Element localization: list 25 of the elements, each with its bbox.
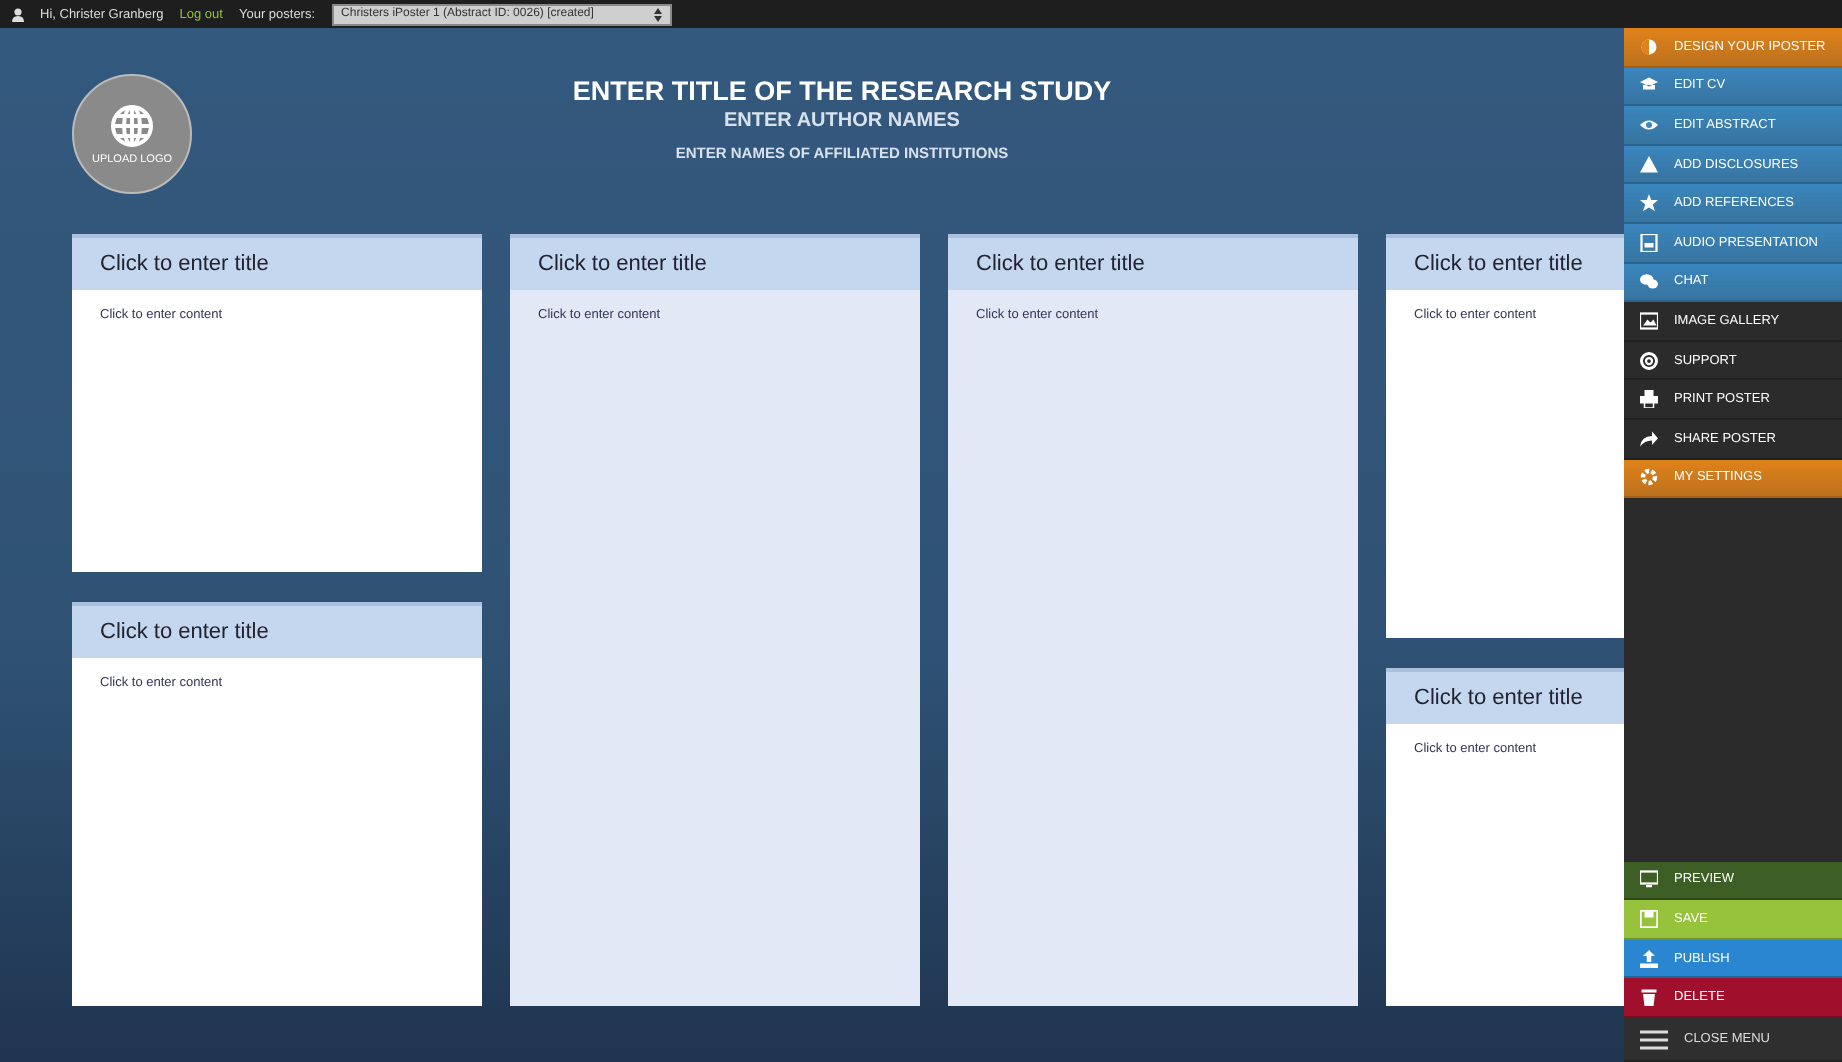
panel-title[interactable]: Click to enter title [948, 234, 1358, 290]
panel-title[interactable]: Click to enter title [1386, 668, 1624, 725]
panel-title[interactable]: Click to enter title [72, 234, 482, 290]
document-icon [1640, 233, 1658, 252]
globe-icon [110, 103, 154, 147]
monitor-icon [1640, 870, 1658, 889]
warning-icon [1640, 155, 1658, 174]
printer-icon [1640, 390, 1658, 409]
share-icon [1640, 429, 1658, 448]
menu-icon [1640, 1029, 1668, 1049]
panel-title[interactable]: Click to enter title [510, 234, 920, 290]
upload-icon [1640, 949, 1658, 968]
chat-icon [1640, 272, 1658, 291]
eye-icon [1640, 115, 1658, 134]
author-names[interactable]: ENTER AUTHOR NAMES [724, 110, 960, 132]
user-icon [12, 7, 24, 21]
star-icon [1640, 194, 1658, 213]
poster-title[interactable]: ENTER TITLE OF THE RESEARCH STUDY [572, 76, 1112, 106]
image-icon [1640, 311, 1658, 330]
half-circle-icon [1640, 37, 1658, 56]
graduation-cap-icon [1640, 76, 1658, 95]
select-arrows-icon [653, 7, 662, 21]
panel-title[interactable]: Click to enter title [1386, 234, 1624, 290]
trash-icon [1640, 988, 1658, 1007]
panel-title[interactable]: Click to enter title [72, 601, 482, 658]
